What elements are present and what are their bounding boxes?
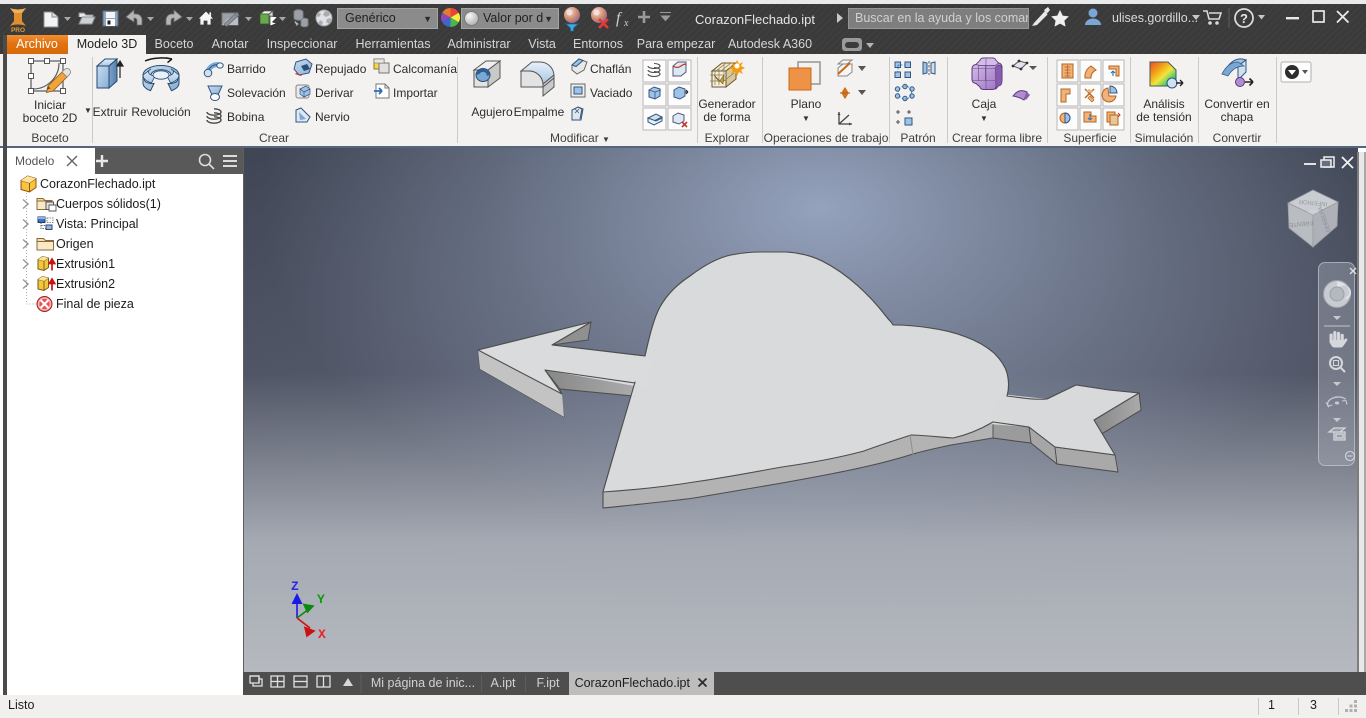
- svg-text:x: x: [623, 18, 629, 29]
- svg-text:Z: Z: [291, 579, 299, 594]
- svg-text:?: ?: [1240, 11, 1248, 26]
- svg-text:X: X: [318, 627, 326, 642]
- svg-text:Y: Y: [317, 592, 325, 607]
- svg-text:PRO: PRO: [11, 27, 25, 34]
- svg-text:f: f: [616, 10, 623, 27]
